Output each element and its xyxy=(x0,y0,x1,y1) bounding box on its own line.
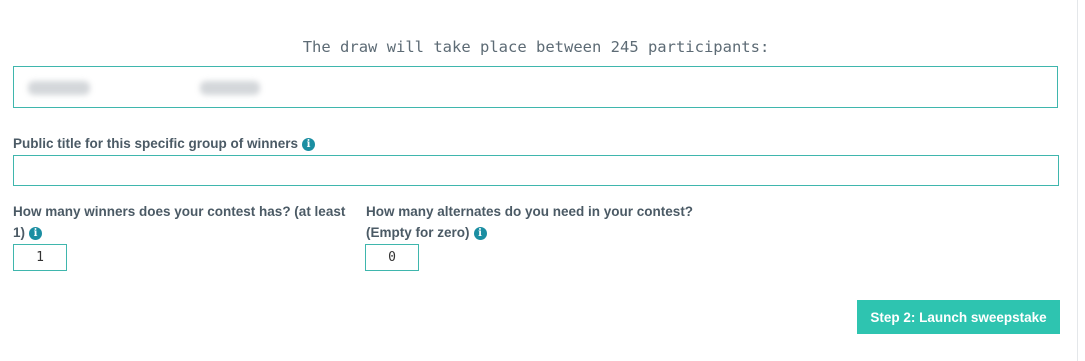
public-title-input[interactable] xyxy=(13,155,1059,186)
alternates-count-input[interactable] xyxy=(365,244,419,271)
public-title-label-text: Public title for this specific group of … xyxy=(13,136,299,151)
info-icon[interactable]: i xyxy=(473,226,487,240)
participant-name-blurred xyxy=(28,81,90,95)
winners-label-line2: 1) xyxy=(13,225,26,240)
public-title-label: Public title for this specific group of … xyxy=(13,133,316,154)
winners-count-input[interactable] xyxy=(13,244,67,271)
participants-heading: The draw will take place between 245 par… xyxy=(302,38,770,56)
winners-label-line1: How many winners does your contest has? … xyxy=(13,204,346,219)
page-right-border xyxy=(1077,0,1078,361)
launch-sweepstake-button[interactable]: Step 2: Launch sweepstake xyxy=(857,300,1060,334)
info-icon[interactable]: i xyxy=(29,226,43,240)
participant-name-blurred xyxy=(200,81,260,95)
alternates-label: How many alternates do you need in your … xyxy=(366,201,726,243)
info-icon[interactable]: i xyxy=(302,137,316,151)
participants-list[interactable] xyxy=(13,66,1058,108)
winners-label: How many winners does your contest has? … xyxy=(13,201,358,243)
alternates-label-line2: (Empty for zero) xyxy=(366,225,470,240)
alternates-label-line1: How many alternates do you need in your … xyxy=(366,204,694,219)
